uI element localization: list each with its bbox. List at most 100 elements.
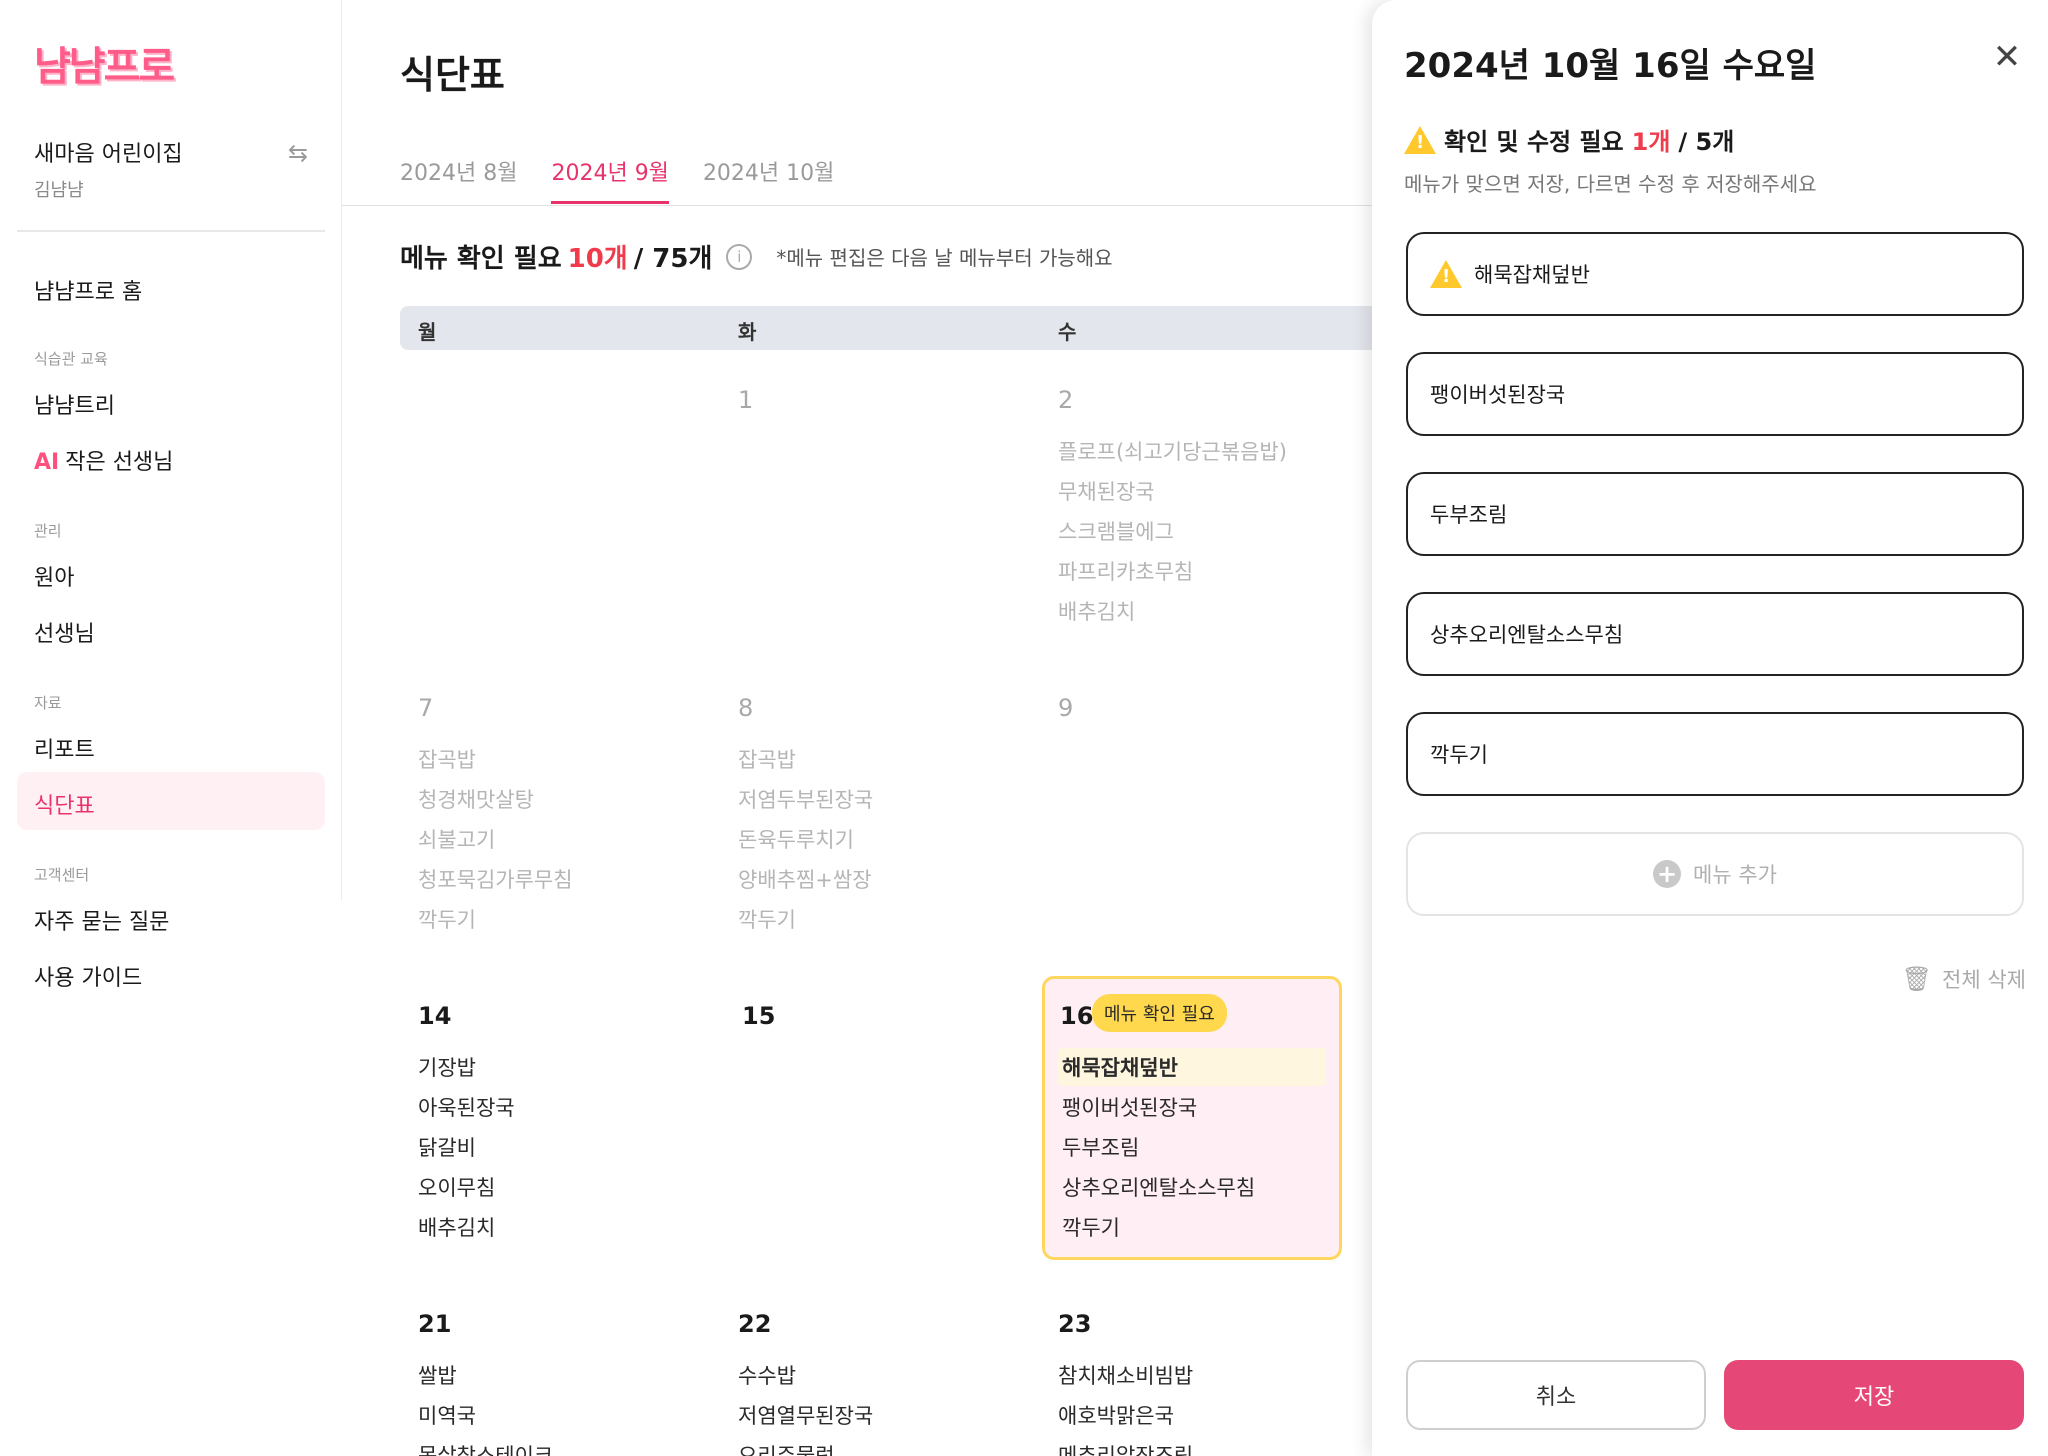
- sidebar: 냠냠프로 새마음 어린이집 김냠냠 ⇆ 냠냠프로 홈 식습관 교육 냠냠트리 A…: [0, 0, 342, 900]
- sidebar-item-menu-table[interactable]: 식단표: [34, 788, 95, 820]
- sidebar-section-education: 식습관 교육: [34, 350, 108, 368]
- tab-2024-08[interactable]: 2024년 8월: [400, 155, 517, 204]
- summary-label: 메뉴 확인 필요: [400, 244, 562, 274]
- info-icon[interactable]: i: [726, 243, 753, 270]
- menu-item: 스크램블에그: [1058, 520, 1174, 544]
- menu-item: 양배추찜+쌈장: [738, 868, 872, 892]
- delete-all-label: 전체 삭제: [1942, 968, 2026, 992]
- menu-confirm-badge: 메뉴 확인 필요: [1092, 994, 1227, 1032]
- calendar-date-selected[interactable]: 16: [1060, 1002, 1093, 1030]
- sidebar-item-guide[interactable]: 사용 가이드: [34, 960, 142, 992]
- menu-input-3[interactable]: 두부조림: [1406, 472, 2024, 556]
- menu-item: 쇠불고기: [418, 828, 496, 852]
- summary-total: / 75개: [633, 244, 713, 274]
- menu-input-value: 두부조림: [1430, 503, 1508, 527]
- sidebar-item-home[interactable]: 냠냠프로 홈: [34, 274, 142, 306]
- menu-input-value: 해묵잡채덮반: [1474, 263, 1590, 287]
- weekday-header: 월 화 수: [400, 306, 1400, 350]
- warning-subtext: 메뉴가 맞으면 저장, 다르면 수정 후 저장해주세요: [1404, 172, 1817, 196]
- menu-item: 참치채소비빔밥: [1058, 1364, 1194, 1388]
- weekday-wed: 수: [1058, 320, 1077, 344]
- plus-icon: +: [1653, 860, 1682, 888]
- calendar-date[interactable]: 9: [1058, 694, 1073, 722]
- menu-item: 닭갈비: [418, 1136, 476, 1160]
- menu-item: 아욱된장국: [418, 1096, 515, 1120]
- warning-icon: [1430, 260, 1462, 288]
- calendar-date[interactable]: 23: [1058, 1310, 1091, 1338]
- menu-item: 메추리알장조림: [1058, 1444, 1194, 1456]
- menu-item: 미역국: [418, 1404, 476, 1428]
- add-menu-button[interactable]: + 메뉴 추가: [1406, 832, 2024, 916]
- calendar-date[interactable]: 7: [418, 694, 433, 722]
- sidebar-section-manage: 관리: [34, 522, 62, 540]
- menu-list[interactable]: 쌀밥 미역국 목살찹스테이크: [418, 1356, 553, 1456]
- menu-list[interactable]: 플로프(쇠고기당근볶음밥) 무채된장국 스크램블에그 파프리카초무침 배추김치: [1058, 432, 1287, 632]
- cancel-button[interactable]: 취소: [1406, 1360, 1706, 1430]
- warning-icon: [1404, 125, 1436, 154]
- menu-item: 잡곡밥: [738, 748, 796, 772]
- warning-count: 1개: [1631, 128, 1671, 156]
- sidebar-item-ai-teacher[interactable]: AI 작은 선생님: [34, 444, 173, 476]
- calendar-date[interactable]: 15: [742, 1002, 775, 1030]
- menu-list[interactable]: 잡곡밥 저염두부된장국 돈육두루치기 양배추찜+쌈장 깍두기: [738, 740, 873, 940]
- sidebar-item-teachers[interactable]: 선생님: [34, 616, 95, 648]
- weekday-tue: 화: [738, 320, 757, 344]
- summary-count: 10개: [567, 244, 628, 274]
- menu-list[interactable]: 참치채소비빔밥 애호박맑은국 메추리알장조림: [1058, 1356, 1193, 1456]
- tab-2024-10[interactable]: 2024년 10월: [703, 155, 834, 204]
- menu-item: 파프리카초무침: [1058, 560, 1194, 584]
- app-logo[interactable]: 냠냠프로: [34, 34, 175, 92]
- menu-item: 오이무침: [418, 1176, 496, 1200]
- warning-label: 확인 및 수정 필요: [1444, 128, 1624, 156]
- menu-item-warning: 해묵잡채덮반: [1062, 1056, 1178, 1080]
- sidebar-section-data: 자료: [34, 694, 62, 712]
- page-title: 식단표: [400, 53, 505, 97]
- menu-item: 오리주물럭: [738, 1444, 835, 1456]
- menu-edit-panel: 2024년 10월 16일 수요일 ✕ 확인 및 수정 필요 1개 / 5개 메…: [1372, 0, 2048, 1456]
- menu-list[interactable]: 기장밥 아욱된장국 닭갈비 오이무침 배추김치: [418, 1048, 515, 1248]
- menu-input-1[interactable]: 해묵잡채덮반: [1406, 232, 2024, 316]
- menu-item: 수수밥: [738, 1364, 796, 1388]
- warning-heading: 확인 및 수정 필요 1개 / 5개: [1404, 122, 1734, 157]
- org-switcher[interactable]: 새마음 어린이집 김냠냠 ⇆: [34, 136, 314, 202]
- org-name: 새마음 어린이집: [34, 142, 183, 167]
- calendar-date[interactable]: 22: [738, 1310, 771, 1338]
- calendar-date[interactable]: 2: [1058, 386, 1073, 414]
- panel-title: 2024년 10월 16일 수요일: [1404, 46, 1817, 86]
- menu-item: 플로프(쇠고기당근볶음밥): [1058, 440, 1287, 464]
- calendar-date[interactable]: 14: [418, 1002, 451, 1030]
- calendar-date[interactable]: 21: [418, 1310, 451, 1338]
- menu-item: 깍두기: [738, 908, 796, 932]
- menu-input-value: 팽이버섯된장국: [1430, 383, 1566, 407]
- calendar-date[interactable]: 1: [738, 386, 753, 414]
- menu-item: 깍두기: [1062, 1216, 1120, 1240]
- close-icon[interactable]: ✕: [1990, 40, 2024, 74]
- menu-input-2[interactable]: 팽이버섯된장국: [1406, 352, 2024, 436]
- calendar-date[interactable]: 8: [738, 694, 753, 722]
- sidebar-section-support: 고객센터: [34, 866, 90, 884]
- sidebar-item-tree[interactable]: 냠냠트리: [34, 388, 115, 420]
- save-button[interactable]: 저장: [1724, 1360, 2024, 1430]
- swap-icon[interactable]: ⇆: [288, 140, 314, 166]
- menu-list[interactable]: 해묵잡채덮반 팽이버섯된장국 두부조림 상추오리엔탈소스무침 깍두기: [1062, 1048, 1255, 1248]
- menu-item: 배추김치: [418, 1216, 496, 1240]
- delete-all-button[interactable]: 🗑 전체 삭제: [1902, 964, 2026, 994]
- tab-2024-09[interactable]: 2024년 9월: [551, 155, 669, 204]
- sidebar-item-report[interactable]: 리포트: [34, 732, 95, 764]
- menu-list[interactable]: 수수밥 저염열무된장국 오리주물럭: [738, 1356, 873, 1456]
- weekday-mon: 월: [418, 320, 437, 344]
- menu-item: 목살찹스테이크: [418, 1444, 554, 1456]
- menu-input-4[interactable]: 상추오리엔탈소스무침: [1406, 592, 2024, 676]
- menu-input-value: 상추오리엔탈소스무침: [1430, 623, 1624, 647]
- warning-total: / 5개: [1678, 128, 1735, 156]
- trash-icon: 🗑: [1901, 965, 1933, 993]
- menu-list[interactable]: 잡곡밥 청경채맛살탕 쇠불고기 청포묵김가루무침 깍두기: [418, 740, 573, 940]
- sidebar-item-children[interactable]: 원아: [34, 560, 74, 592]
- menu-item: 저염열무된장국: [738, 1404, 874, 1428]
- tabs-divider: [342, 205, 1372, 206]
- menu-item: 애호박맑은국: [1058, 1404, 1174, 1428]
- month-tabs: 2024년 8월 2024년 9월 2024년 10월: [400, 155, 834, 204]
- sidebar-item-faq[interactable]: 자주 묻는 질문: [34, 904, 169, 936]
- menu-input-5[interactable]: 깍두기: [1406, 712, 2024, 796]
- menu-item: 쌀밥: [418, 1364, 457, 1388]
